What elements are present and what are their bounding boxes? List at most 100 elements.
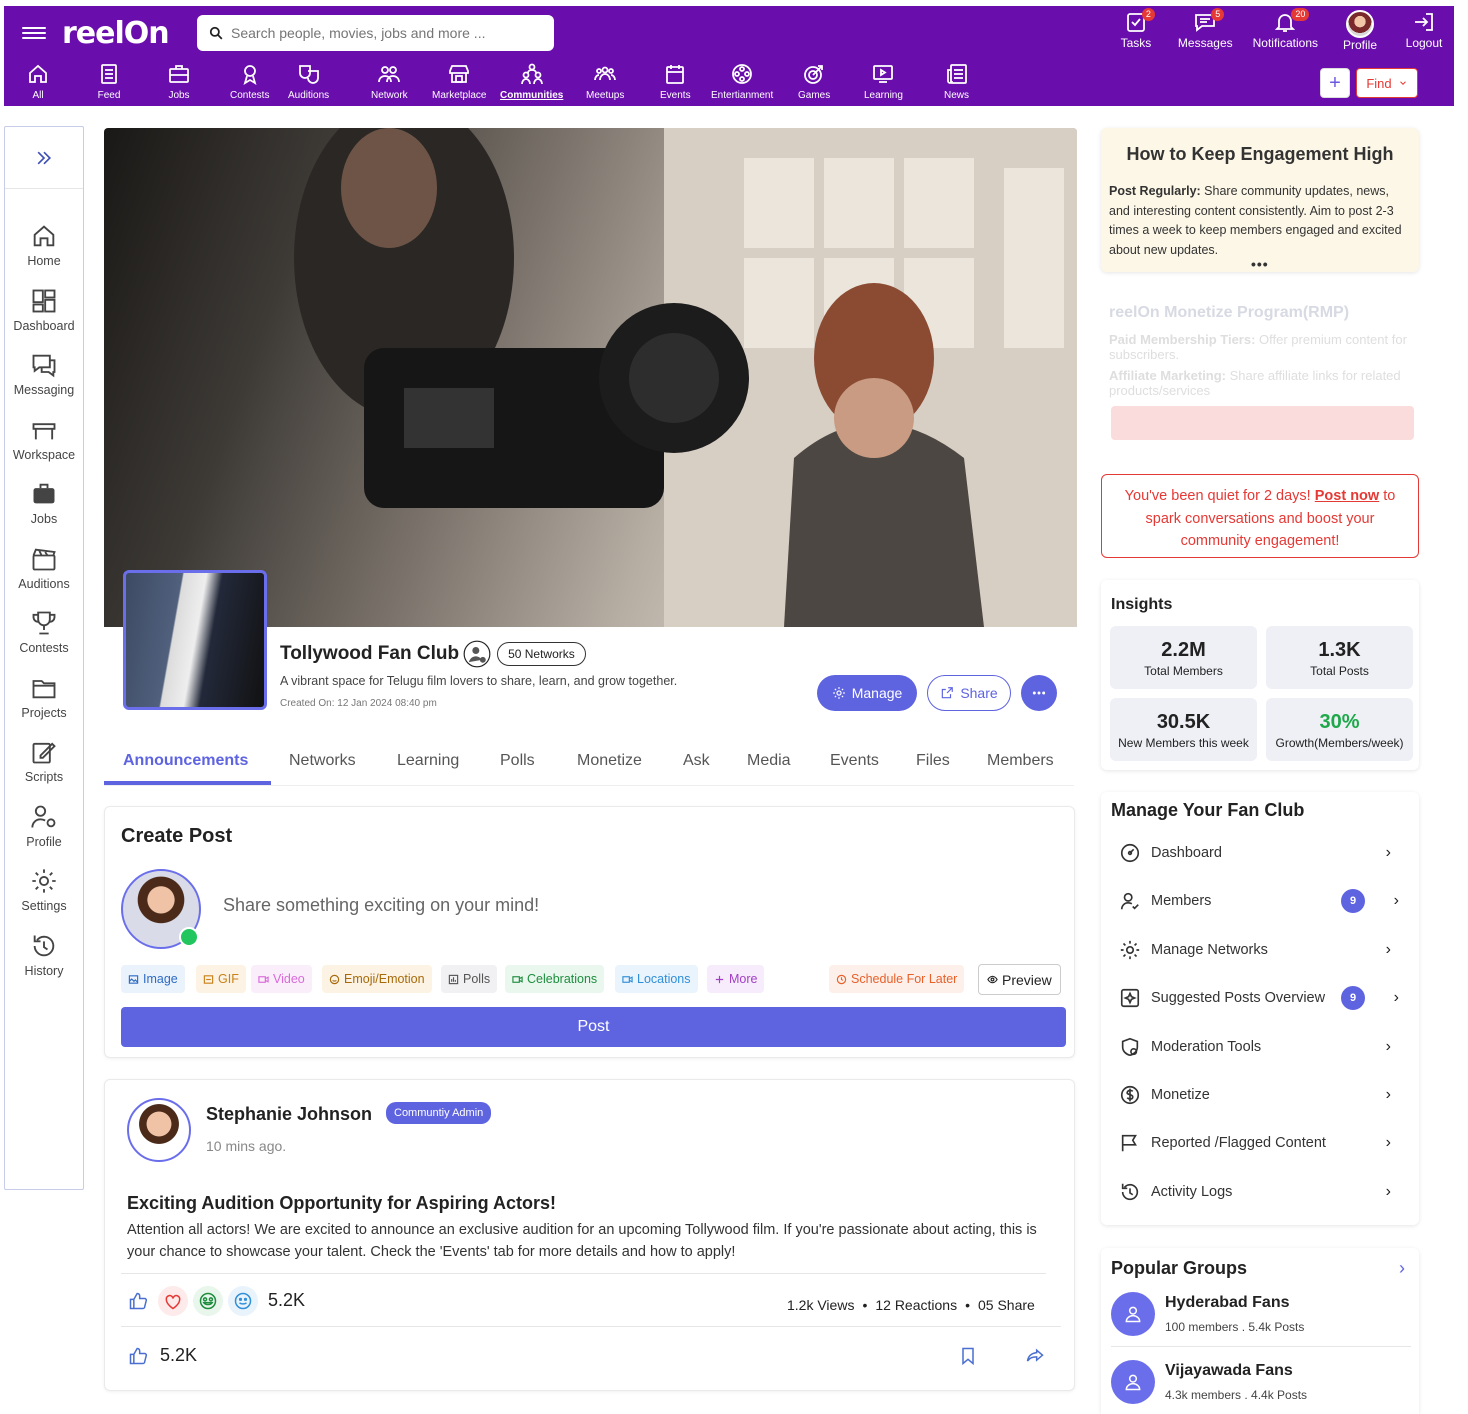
celebrations-chip[interactable]: Celebrations	[505, 965, 605, 993]
promo-button[interactable]	[1111, 406, 1414, 440]
group-item[interactable]: Vijayawada Fans 4.3k members . 4.4k Post…	[1111, 1360, 1411, 1414]
app-logo[interactable]: reelOn	[62, 16, 170, 51]
laugh-reaction[interactable]	[193, 1286, 223, 1316]
club-profile-image[interactable]	[123, 570, 267, 710]
post-now-link[interactable]: Post now	[1315, 488, 1379, 504]
search-bar[interactable]	[197, 15, 554, 51]
post-title: Exciting Audition Opportunity for Aspiri…	[127, 1193, 556, 1213]
locations-chip[interactable]: Locations	[615, 965, 698, 993]
pen-icon	[32, 742, 56, 764]
like-reaction[interactable]	[123, 1286, 153, 1316]
more-options-button[interactable]	[1021, 675, 1057, 711]
manage-item-suggested-posts[interactable]: Suggested Posts Overview 9 ›	[1119, 980, 1409, 1016]
bookmark-button[interactable]	[953, 1341, 983, 1371]
profile-button[interactable]: Profile	[1338, 10, 1382, 52]
nav-events[interactable]: Events	[660, 62, 691, 101]
sidebar-item-dashboard[interactable]: Dashboard	[5, 278, 83, 343]
nav-news[interactable]: News	[944, 62, 969, 101]
nav-marketplace[interactable]: Marketplace	[432, 62, 486, 101]
nav-feed[interactable]: Feed	[97, 62, 121, 101]
emoji-chip[interactable]: Emoji/Emotion	[322, 965, 432, 993]
messages-button[interactable]: 5 Messages	[1178, 8, 1233, 52]
add-button[interactable]: +	[1320, 68, 1350, 98]
share-post-button[interactable]	[1020, 1341, 1050, 1371]
smile-reaction[interactable]	[228, 1286, 258, 1316]
manage-item-moderation[interactable]: Moderation Tools ›	[1119, 1029, 1409, 1065]
nav-entertainment[interactable]: Entertianment	[711, 62, 773, 101]
find-dropdown[interactable]: Find	[1356, 68, 1418, 98]
nav-all[interactable]: All	[26, 62, 50, 101]
gif-chip[interactable]: GIF	[196, 965, 246, 993]
tab-events[interactable]: Events	[830, 752, 879, 770]
tab-media[interactable]: Media	[747, 752, 791, 770]
tab-polls[interactable]: Polls	[500, 752, 535, 770]
video-chip[interactable]: Video	[251, 965, 312, 993]
nav-label: Feed	[97, 90, 121, 101]
manage-item-dashboard[interactable]: Dashboard ›	[1119, 835, 1409, 871]
manage-item-reported[interactable]: Reported /Flagged Content ›	[1119, 1125, 1409, 1161]
sidebar-item-messaging[interactable]: Messaging	[5, 342, 83, 407]
share-arrow-icon	[1026, 1348, 1044, 1362]
manage-item-activity-logs[interactable]: Activity Logs ›	[1119, 1174, 1409, 1210]
nav-meetups[interactable]: Meetups	[586, 62, 624, 101]
popular-title: Popular Groups	[1111, 1258, 1248, 1278]
networks-pill[interactable]: 50 Networks	[497, 642, 586, 666]
sidebar-item-home[interactable]: Home	[5, 213, 83, 278]
tab-members[interactable]: Members	[987, 752, 1054, 770]
more-chip[interactable]: More	[707, 965, 765, 993]
stat-label: Total Posts	[1310, 664, 1369, 678]
share-button[interactable]: Share	[927, 675, 1011, 711]
sidebar-item-contests[interactable]: Contests	[5, 600, 83, 665]
manage-item-monetize[interactable]: Monetize ›	[1119, 1077, 1409, 1113]
nav-network[interactable]: Network	[371, 62, 408, 101]
communities-icon	[520, 63, 543, 85]
post-button[interactable]: Post	[121, 1007, 1066, 1047]
search-input[interactable]	[231, 25, 531, 41]
sidebar-item-workspace[interactable]: Workspace	[5, 407, 83, 472]
sidebar-item-jobs[interactable]: Jobs	[5, 471, 83, 536]
image-chip[interactable]: Image	[121, 965, 185, 993]
group-item[interactable]: Hyderabad Fans 100 members . 5.4k Posts	[1111, 1292, 1411, 1352]
nav-games[interactable]: Games	[798, 62, 830, 101]
sidebar-item-settings[interactable]: Settings	[5, 858, 83, 923]
tab-monetize[interactable]: Monetize	[577, 752, 642, 770]
nav-communities[interactable]: Communities	[500, 62, 563, 101]
logout-button[interactable]: Logout	[1402, 10, 1446, 52]
post-composer-input[interactable]: Share something exciting on your mind!	[223, 895, 539, 916]
dollar-icon	[1120, 1085, 1140, 1105]
tab-networks[interactable]: Networks	[289, 752, 356, 770]
sidebar-item-label: Home	[27, 254, 61, 269]
tab-ask[interactable]: Ask	[683, 752, 710, 770]
nav-auditions[interactable]: Auditions	[288, 62, 329, 101]
notifications-button[interactable]: 20 Notifications	[1253, 8, 1318, 52]
preview-button[interactable]: Preview	[978, 964, 1061, 995]
sidebar-item-projects[interactable]: Projects	[5, 665, 83, 730]
avatar[interactable]	[127, 1098, 191, 1162]
polls-chip[interactable]: Polls	[441, 965, 498, 993]
sidebar-item-profile[interactable]: Profile	[5, 794, 83, 859]
menu-icon[interactable]	[22, 24, 46, 44]
tasks-button[interactable]: 2 Tasks	[1114, 8, 1158, 52]
post-author[interactable]: Stephanie Johnson	[206, 1104, 372, 1125]
love-reaction[interactable]	[158, 1286, 188, 1316]
tip-more-button[interactable]: •••	[1251, 256, 1269, 272]
stat-value: 1.3K	[1318, 639, 1361, 661]
nav-jobs[interactable]: Jobs	[167, 62, 191, 101]
tab-learning[interactable]: Learning	[397, 752, 459, 770]
sidebar-item-scripts[interactable]: Scripts	[5, 729, 83, 794]
manage-item-networks[interactable]: Manage Networks ›	[1119, 932, 1409, 968]
manage-item-members[interactable]: Members 9 ›	[1119, 883, 1409, 919]
chevron-right-icon[interactable]: ›	[1399, 1258, 1405, 1279]
post-timestamp: 10 mins ago.	[206, 1138, 287, 1154]
sidebar-item-history[interactable]: History	[5, 923, 83, 988]
nav-learning[interactable]: Learning	[864, 62, 903, 101]
nav-contests[interactable]: Contests	[230, 62, 269, 101]
manage-button[interactable]: Manage	[817, 675, 917, 711]
like-button[interactable]	[123, 1341, 153, 1371]
schedule-later-button[interactable]: Schedule For Later	[829, 965, 965, 993]
tab-announcements[interactable]: Announcements	[123, 752, 248, 770]
tab-files[interactable]: Files	[916, 752, 950, 770]
expand-sidebar-button[interactable]	[5, 127, 83, 189]
sidebar-item-auditions[interactable]: Auditions	[5, 536, 83, 601]
nav-label: Jobs	[168, 90, 190, 101]
